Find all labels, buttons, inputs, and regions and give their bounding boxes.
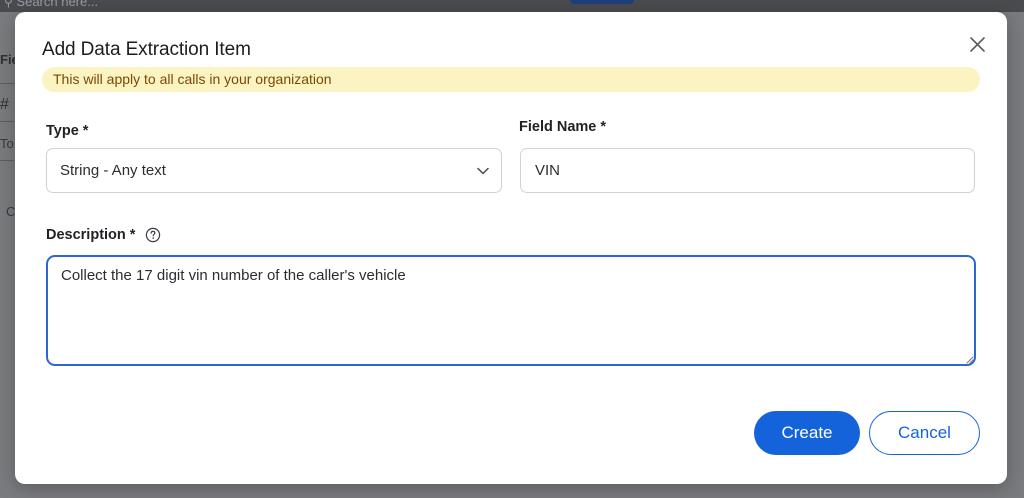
background-divider	[0, 83, 14, 84]
close-icon	[969, 36, 985, 52]
background-fragment: To	[0, 136, 14, 151]
cancel-button[interactable]: Cancel	[869, 411, 980, 455]
background-topbar: ⚲ Search here...	[0, 0, 1024, 12]
background-fragment: #	[0, 96, 9, 113]
field-name-label: Field Name *	[519, 119, 607, 135]
type-select-value: String - Any text	[60, 162, 166, 179]
type-label: Type *	[46, 123, 89, 139]
search-icon: ⚲	[4, 0, 13, 9]
resize-handle-icon[interactable]	[964, 354, 974, 364]
description-label: Description *	[46, 227, 136, 243]
dialog-title: Add Data Extraction Item	[42, 39, 251, 60]
field-name-input[interactable]	[520, 148, 975, 193]
background-divider	[0, 121, 14, 122]
background-search-placeholder: Search here...	[16, 0, 99, 9]
help-circle-icon[interactable]	[145, 227, 161, 243]
description-label-row: Description *	[46, 227, 161, 243]
background-tab-indicator	[570, 0, 634, 4]
chevron-down-icon	[477, 167, 489, 174]
type-select[interactable]: String - Any text	[46, 148, 502, 193]
description-textarea[interactable]: Collect the 17 digit vin number of the c…	[46, 255, 976, 366]
background-search: ⚲ Search here...	[0, 0, 98, 9]
add-data-extraction-dialog: Add Data Extraction Item This will apply…	[15, 12, 1007, 484]
background-divider	[0, 160, 14, 161]
close-button[interactable]	[965, 32, 989, 56]
background-fragment: C	[6, 204, 16, 219]
organization-warning-banner: This will apply to all calls in your org…	[42, 67, 980, 92]
create-button[interactable]: Create	[754, 411, 860, 455]
